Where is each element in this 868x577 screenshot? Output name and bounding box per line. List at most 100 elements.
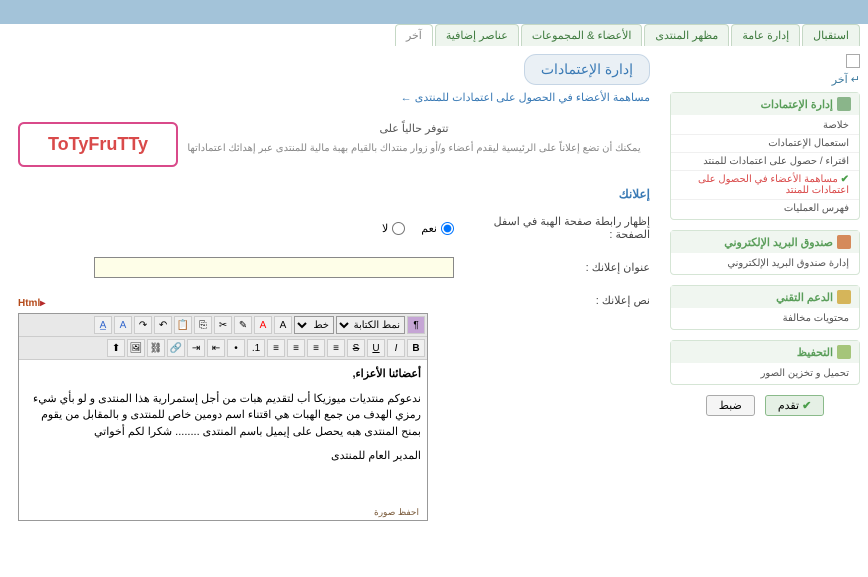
radio-yes-wrap[interactable]: نعم	[421, 222, 454, 235]
tb-ol-icon[interactable]: 1.	[247, 339, 265, 357]
editor-p1: أعضائنا الأعزاء,	[352, 368, 421, 380]
backup-icon	[837, 345, 851, 359]
html-badge: ▸Html	[18, 298, 45, 309]
row-ad-text: نص إعلانك : ▸Html ¶ نمط الكتابة خط A A ✎…	[18, 294, 650, 521]
editor-p2: ندعوكم منتديات ميوزيكا أب لتقديم هبات من…	[25, 391, 421, 441]
tb-size-icon[interactable]: A	[274, 316, 292, 334]
panel-credits-header: إدارة الإعتمادات	[671, 93, 859, 115]
editor-toolbar-2: B I U S ≡ ≡ ≡ ≡ 1. • ⇤ ⇥ 🔗 ⛓ 🖼	[19, 337, 427, 360]
row-show-footer: إظهار رابطة صفحة الهبة في اسفل الصفحة : …	[18, 215, 650, 241]
tb-highlight-icon[interactable]: ✎	[234, 316, 252, 334]
editor-p3: المدير العام للمنتدى	[25, 448, 421, 465]
tb-font-select[interactable]: خط	[294, 316, 334, 334]
panel-backup-title: التحفيظ	[797, 346, 833, 359]
tab-extras[interactable]: عناصر إضافية	[435, 24, 519, 46]
nav-member-contrib-label: مساهمة الأعضاء في الحصول على اعتمادات لل…	[698, 174, 849, 196]
editor-toolbar-1: ¶ نمط الكتابة خط A A ✎ ✂ ⎘ 📋 ↶ ↷ A A̲	[19, 314, 427, 337]
subtitle-arrow-icon: ←	[401, 92, 412, 104]
reset-button[interactable]: ضبط	[706, 395, 755, 416]
breadcrumb[interactable]: ↵ آخر	[832, 74, 860, 86]
rich-editor: ¶ نمط الكتابة خط A A ✎ ✂ ⎘ 📋 ↶ ↷ A A̲	[18, 313, 428, 521]
tb-upload-icon[interactable]: ⬆	[107, 339, 125, 357]
tb-align-right-icon[interactable]: ≡	[327, 339, 345, 357]
tb-redo-icon[interactable]: ↷	[134, 316, 152, 334]
label-ad-text: نص إعلانك :	[470, 294, 650, 307]
label-ad-title: عنوان إعلانك :	[470, 261, 650, 274]
tb-link-icon[interactable]: 🔗	[167, 339, 185, 357]
nav-use-credits[interactable]: استعمال الإعتمادات	[671, 135, 859, 153]
tb-a1-icon[interactable]: A	[114, 316, 132, 334]
tb-outdent-icon[interactable]: ⇤	[207, 339, 225, 357]
panel-mailbox-header: صندوق البريد الإلكتروني	[671, 231, 859, 253]
panel-mailbox: صندوق البريد الإلكتروني إدارة صندوق البر…	[670, 230, 860, 275]
radio-no[interactable]	[392, 222, 405, 235]
section-ad-title: إعلانك	[18, 187, 650, 201]
tab-general[interactable]: إدارة عامة	[731, 24, 800, 46]
save-button[interactable]: ✔ تقدم	[765, 395, 825, 416]
radio-group-footer: نعم لا	[18, 222, 454, 235]
panel-support-title: الدعم التقني	[776, 291, 833, 304]
page-subtitle: مساهمة الأعضاء في الحصول على اعتمادات لل…	[18, 91, 650, 104]
img-host-label[interactable]: احفظ صورة	[374, 507, 419, 518]
tb-indent-icon[interactable]: ⇥	[187, 339, 205, 357]
tab-reception[interactable]: استقبال	[802, 24, 860, 46]
html-badge-text: Html	[18, 298, 40, 309]
tb-strike-icon[interactable]: S	[347, 339, 365, 357]
check-icon: ✔	[841, 174, 849, 185]
nav-manage-mail[interactable]: إدارة صندوق البريد الإلكتروني	[671, 255, 859, 272]
label-show-footer: إظهار رابطة صفحة الهبة في اسفل الصفحة :	[470, 215, 650, 241]
tb-prop-icon[interactable]: ¶	[407, 316, 425, 334]
play-icon[interactable]	[846, 54, 860, 68]
nav-upload-images[interactable]: تحميل و تخزين الصور	[671, 365, 859, 382]
tb-style-select[interactable]: نمط الكتابة	[336, 316, 405, 334]
tab-appearance[interactable]: مظهر المنتدى	[644, 24, 729, 46]
radio-no-label: لا	[382, 222, 388, 235]
tb-cut-icon[interactable]: ✂	[214, 316, 232, 334]
tb-bold-icon[interactable]: B	[407, 339, 425, 357]
subtitle-text: مساهمة الأعضاء في الحصول على اعتمادات لل…	[415, 92, 650, 104]
tb-unlink-icon[interactable]: ⛓	[147, 339, 165, 357]
save-button-label: تقدم	[778, 400, 799, 412]
tb-ul-icon[interactable]: •	[227, 339, 245, 357]
panel-backup: التحفيظ تحميل و تخزين الصور	[670, 340, 860, 385]
radio-no-wrap[interactable]: لا	[382, 222, 405, 235]
editor-content[interactable]: أعضائنا الأعزاء, ندعوكم منتديات ميوزيكا …	[19, 360, 427, 520]
tb-color-icon[interactable]: A	[254, 316, 272, 334]
main-content: إدارة الإعتمادات مساهمة الأعضاء في الحصو…	[8, 54, 660, 537]
tab-members[interactable]: الأعضاء & المجموعات	[521, 24, 643, 46]
tb-align-left-icon[interactable]: ≡	[287, 339, 305, 357]
save-check-icon: ✔	[802, 400, 811, 412]
radio-yes-label: نعم	[421, 222, 437, 235]
tb-undo-icon[interactable]: ↶	[154, 316, 172, 334]
tab-strip: استقبال إدارة عامة مظهر المنتدى الأعضاء …	[0, 24, 868, 46]
nav-summary[interactable]: خلاصة	[671, 117, 859, 135]
input-ad-title[interactable]	[94, 257, 454, 278]
credits-icon	[837, 97, 851, 111]
tb-image-icon[interactable]: 🖼	[127, 339, 145, 357]
tb-underline-icon[interactable]: U	[367, 339, 385, 357]
tab-other[interactable]: آخر	[395, 24, 433, 46]
tb-copy-icon[interactable]: ⎘	[194, 316, 212, 334]
brand-box: ToTyFruTTy	[18, 122, 178, 167]
panel-support-header: الدعم التقني	[671, 286, 859, 308]
tb-align-center-icon[interactable]: ≡	[307, 339, 325, 357]
panel-support: الدعم التقني محتويات مخالفة	[670, 285, 860, 330]
panel-credits: إدارة الإعتمادات خلاصة استعمال الإعتمادا…	[670, 92, 860, 220]
action-buttons: ✔ تقدم ضبط	[670, 395, 860, 416]
tb-italic-icon[interactable]: I	[387, 339, 405, 357]
panel-credits-title: إدارة الإعتمادات	[761, 98, 833, 111]
tb-paste-icon[interactable]: 📋	[174, 316, 192, 334]
nav-operations[interactable]: فهرس العمليات	[671, 200, 859, 217]
support-icon	[837, 290, 851, 304]
mail-icon	[837, 235, 851, 249]
nav-buy-credits[interactable]: اقتراء / حصول على اعتمادات للمنتد	[671, 153, 859, 171]
sidebar: ↵ آخر إدارة الإعتمادات خلاصة استعمال الإ…	[670, 54, 860, 537]
tb-a2-icon[interactable]: A̲	[94, 316, 112, 334]
nav-member-contrib[interactable]: ✔ مساهمة الأعضاء في الحصول على اعتمادات …	[671, 171, 859, 200]
page-title: إدارة الإعتمادات	[524, 54, 650, 85]
nav-violations[interactable]: محتويات مخالفة	[671, 310, 859, 327]
top-bar	[0, 0, 868, 24]
panel-mailbox-title: صندوق البريد الإلكتروني	[724, 236, 833, 249]
radio-yes[interactable]	[441, 222, 454, 235]
tb-justify-icon[interactable]: ≡	[267, 339, 285, 357]
